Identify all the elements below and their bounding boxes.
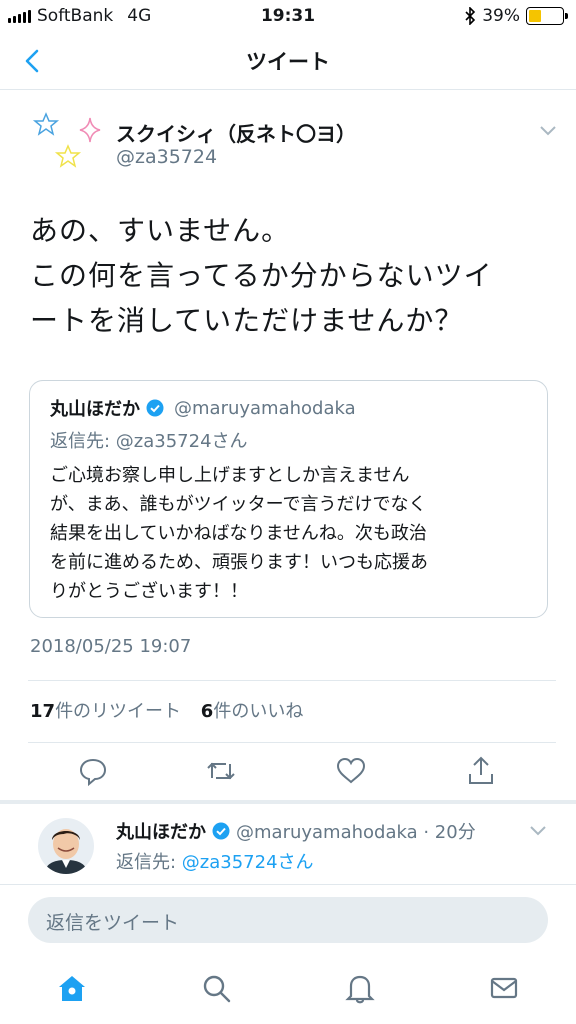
author-handle[interactable]: @za35724 — [116, 146, 217, 168]
reply-tweet[interactable]: 丸山ほだか @maruyamahodaka · 20分 返信先: @za3572… — [0, 804, 576, 884]
battery-icon — [526, 7, 568, 25]
like-label: 件のいいね — [213, 701, 304, 722]
retweet-count: 17 — [30, 701, 56, 722]
reply-to-line: 返信先: @za35724さん — [116, 848, 314, 874]
reply-to-prefix: 返信先: — [116, 852, 182, 873]
verified-badge-icon — [212, 822, 230, 840]
divider — [28, 742, 556, 743]
tweet-actions — [0, 754, 576, 790]
tweet-line: ートを消していただけませんか？ — [30, 304, 464, 337]
divider — [28, 680, 556, 681]
share-icon[interactable] — [464, 754, 498, 788]
tweet-stats: 17件のリツイート 6件のいいね — [30, 697, 303, 723]
quoted-reply-to: 返信先: @za35724さん — [50, 431, 248, 452]
quoted-line: 結果を出していかねばなりませんね。次も政治 — [50, 523, 427, 544]
tweet-line: この何を言ってるか分からないツイ — [30, 259, 493, 292]
quoted-line: を前に進めるため、頑張ります！いつも応援あ — [50, 552, 428, 573]
status-bar: SoftBank 4G 19:31 39% — [0, 0, 576, 36]
avatar[interactable] — [28, 108, 108, 188]
author-name[interactable]: スクイシィ（反ネト〇ヨ） — [116, 118, 356, 147]
search-icon[interactable] — [200, 972, 232, 1004]
battery-percent: 39% — [482, 6, 520, 26]
navigation-bar: ツイート — [0, 36, 576, 90]
reply-handle-time: @maruyamahodaka · 20分 — [236, 822, 476, 843]
like-icon[interactable] — [334, 754, 368, 788]
retweet-stat[interactable]: 17件のリツイート — [30, 701, 181, 722]
reply-composer: 返信をツイート — [0, 884, 576, 954]
quoted-line: りがとうございます！！ — [50, 581, 248, 602]
notifications-icon[interactable] — [344, 972, 376, 1004]
like-stat[interactable]: 6件のいいね — [201, 701, 304, 722]
quoted-line: ご心境お察し申し上げますとしか言えません — [50, 465, 410, 486]
page-title: ツイート — [246, 50, 330, 74]
reply-icon[interactable] — [76, 754, 110, 788]
bluetooth-icon — [465, 7, 476, 25]
chevron-down-icon[interactable] — [528, 824, 548, 838]
quoted-header: 丸山ほだか @maruyamahodaka — [50, 395, 527, 421]
quoted-body: ご心境お察し申し上げますとしか言えません が、まあ、誰もがツイッターで言うだけで… — [50, 461, 527, 606]
person-avatar-icon — [38, 818, 94, 874]
tweet-author: スクイシィ（反ネト〇ヨ） @za35724 — [28, 108, 558, 188]
like-count: 6 — [200, 701, 214, 722]
retweet-icon[interactable] — [204, 754, 238, 788]
messages-icon[interactable] — [488, 972, 520, 1004]
reply-input[interactable]: 返信をツイート — [28, 897, 548, 943]
tab-bar — [0, 954, 576, 1024]
reply-avatar[interactable] — [38, 818, 94, 874]
chevron-down-icon[interactable] — [538, 124, 558, 138]
reply-author-name[interactable]: 丸山ほだか — [116, 818, 206, 844]
quoted-author-name: 丸山ほだか — [50, 399, 140, 420]
quoted-tweet[interactable]: 丸山ほだか @maruyamahodaka 返信先: @za35724さん ご心… — [29, 380, 548, 618]
tweet-timestamp: 2018/05/25 19:07 — [30, 636, 192, 657]
quoted-line: が、まあ、誰もがツイッターで言うだけでなく — [50, 494, 427, 515]
tweet-line: あの、すいません。 — [30, 214, 291, 247]
tweet-text: あの、すいません。 この何を言ってるか分からないツイ ートを消していただけません… — [30, 208, 550, 343]
quoted-author-handle: @maruyamahodaka — [174, 397, 356, 419]
battery-area: 39% — [464, 6, 568, 26]
reply-header: 丸山ほだか @maruyamahodaka · 20分 — [116, 818, 476, 844]
reply-to-link[interactable]: @za35724さん — [182, 852, 314, 873]
verified-badge-icon — [146, 399, 164, 417]
home-icon[interactable] — [56, 972, 88, 1004]
retweet-label: 件のリツイート — [55, 701, 182, 722]
